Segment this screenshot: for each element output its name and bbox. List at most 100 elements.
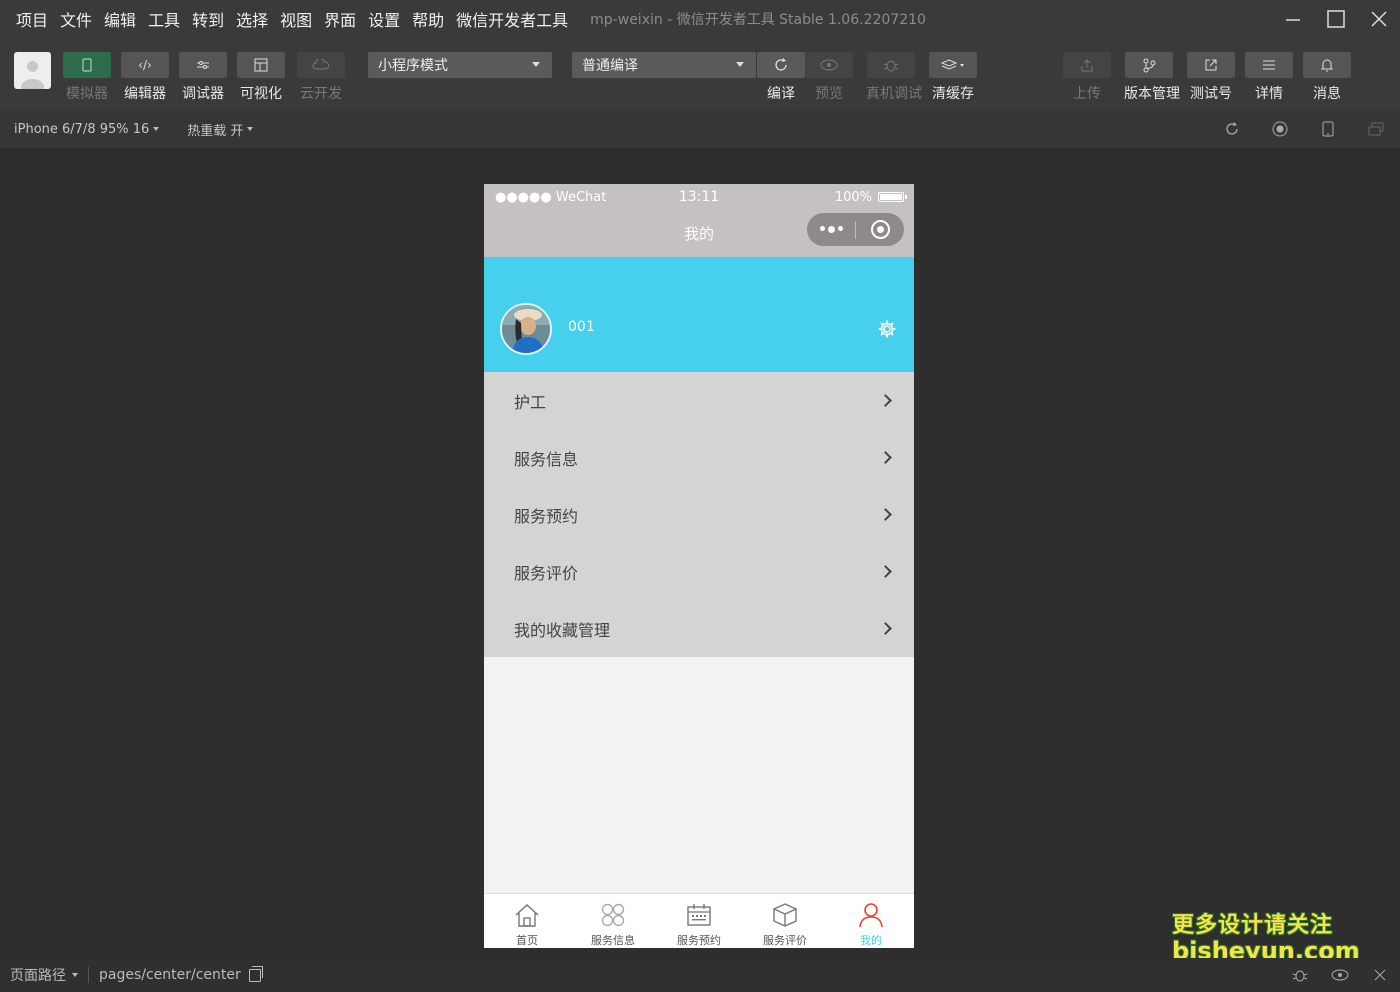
tab-label: 我的 <box>860 934 882 947</box>
remote-debug-label: 真机调试 <box>866 86 922 102</box>
menu-bar: 项目 文件 编辑 工具 转到 选择 视图 界面 设置 帮助 微信开发者工具 <box>0 7 574 31</box>
menu-file[interactable]: 文件 <box>60 7 92 31</box>
simulator-bar: iPhone 6/7/8 95% 16 热重载 开 <box>0 110 1400 148</box>
clear-cache-button[interactable]: 清缓存 <box>928 52 978 103</box>
window-controls <box>1271 0 1400 38</box>
copy-icon[interactable] <box>248 965 263 982</box>
clear-cache-label: 清缓存 <box>932 86 974 102</box>
menu-view[interactable]: 视图 <box>280 7 312 31</box>
upload-button[interactable]: 上传 <box>1062 52 1112 103</box>
page-path: pages/center/center <box>99 967 241 983</box>
hot-reload-select[interactable]: 热重载 开 <box>187 120 254 139</box>
chevron-down-icon <box>532 62 540 67</box>
list-item-favorites[interactable]: 我的收藏管理 <box>484 600 914 657</box>
menu-help[interactable]: 帮助 <box>412 7 444 31</box>
avatar[interactable] <box>500 303 552 355</box>
menu-goto[interactable]: 转到 <box>192 7 224 31</box>
chevron-down-icon <box>736 62 744 67</box>
compile-mode-select[interactable]: 普通编译 <box>572 52 756 78</box>
eye-icon[interactable] <box>1320 969 1360 981</box>
cloud-label: 云开发 <box>300 86 342 102</box>
details-button[interactable]: 详情 <box>1244 52 1294 103</box>
version-management-button[interactable]: 版本管理 <box>1124 52 1180 103</box>
more-icon[interactable] <box>1360 968 1400 982</box>
messages-button[interactable]: 消息 <box>1302 52 1352 103</box>
calendar-icon <box>687 904 711 926</box>
hot-reload-value: 热重载 开 <box>187 123 244 139</box>
maximize-icon[interactable] <box>1314 0 1357 38</box>
test-account-button[interactable]: 测试号 <box>1186 52 1236 103</box>
phone-frame-icon[interactable] <box>1304 121 1352 137</box>
refresh-icon <box>757 52 805 78</box>
watermark-line1: 更多设计请关注 <box>1172 913 1334 938</box>
layout-icon <box>237 52 285 78</box>
title-bar: 项目 文件 编辑 工具 转到 选择 视图 界面 设置 帮助 微信开发者工具 mp… <box>0 0 1400 38</box>
close-miniprogram-icon[interactable] <box>856 220 904 239</box>
upload-icon <box>1063 52 1111 78</box>
remote-debug-button[interactable]: 真机调试 <box>866 52 922 103</box>
phone-status-bar: ●●●●● WeChat 13:11 100% <box>484 184 914 210</box>
editor-button[interactable]: ‹/› 编辑器 <box>120 52 170 103</box>
list-item-service-review[interactable]: 服务评价 <box>484 543 914 600</box>
page-path-select[interactable]: 页面路径 <box>10 965 78 985</box>
menu-wechat-devtools[interactable]: 微信开发者工具 <box>456 7 568 31</box>
window-title: mp-weixin - 微信开发者工具 Stable 1.06.2207210 <box>590 12 926 28</box>
list-item-label: 护工 <box>514 392 547 412</box>
watermark: 更多设计请关注 bisheyun.com <box>1172 913 1360 964</box>
tab-service-booking[interactable]: 服务预约 <box>656 894 742 948</box>
user-avatar[interactable] <box>14 52 51 89</box>
tab-mine[interactable]: 我的 <box>828 894 914 948</box>
cloud-button[interactable]: 云开发 <box>296 52 346 103</box>
editor-label: 编辑器 <box>124 86 166 102</box>
eye-icon <box>805 52 853 78</box>
minimize-icon[interactable] <box>1271 0 1314 38</box>
mode-select[interactable]: 小程序模式 <box>368 52 552 78</box>
messages-label: 消息 <box>1313 86 1341 102</box>
phone-simulator: ●●●●● WeChat 13:11 100% 我的 001 护工 服务信息 服… <box>484 184 914 948</box>
page-title: 我的 <box>683 225 714 243</box>
username: 001 <box>568 319 595 335</box>
toolbar: 模拟器 ‹/› 编辑器 调试器 可视化 云开发 小程序模式 普通编译 编译 预览… <box>0 38 1400 110</box>
list-item-label: 服务评价 <box>514 563 579 583</box>
menu-interface[interactable]: 界面 <box>324 7 356 31</box>
menu-tools[interactable]: 工具 <box>148 7 180 31</box>
detach-window-icon[interactable] <box>1352 122 1400 136</box>
bug-icon <box>867 52 915 78</box>
list-item-service-info[interactable]: 服务信息 <box>484 429 914 486</box>
mode-select-value: 小程序模式 <box>378 58 448 74</box>
menu-edit[interactable]: 编辑 <box>104 7 136 31</box>
list-item-caregiver[interactable]: 护工 <box>484 372 914 429</box>
tab-home[interactable]: 首页 <box>484 894 570 948</box>
record-icon[interactable] <box>1256 121 1304 137</box>
tab-service-info[interactable]: 服务信息 <box>570 894 656 948</box>
tab-label: 首页 <box>516 934 538 947</box>
chevron-right-icon <box>879 622 892 635</box>
compile-button[interactable]: 编译 <box>756 52 806 103</box>
menu-project[interactable]: 项目 <box>16 7 48 31</box>
debugger-button[interactable]: 调试器 <box>178 52 228 103</box>
reload-icon[interactable] <box>1208 121 1256 137</box>
gear-icon[interactable] <box>878 320 896 342</box>
bell-icon <box>1303 52 1351 78</box>
preview-button[interactable]: 预览 <box>804 52 854 103</box>
menu-select[interactable]: 选择 <box>236 7 268 31</box>
profile-header: 001 <box>484 257 914 372</box>
menu-settings[interactable]: 设置 <box>368 7 400 31</box>
tab-service-review[interactable]: 服务评价 <box>742 894 828 948</box>
cloud-icon <box>297 52 345 78</box>
bug-icon[interactable] <box>1280 967 1320 983</box>
simulator-button[interactable]: 模拟器 <box>62 52 112 103</box>
list-item-service-booking[interactable]: 服务预约 <box>484 486 914 543</box>
user-icon <box>859 903 883 928</box>
close-icon[interactable] <box>1357 0 1400 38</box>
list-item-label: 我的收藏管理 <box>514 620 611 640</box>
more-icon[interactable] <box>807 226 855 233</box>
visual-button[interactable]: 可视化 <box>236 52 286 103</box>
simulator-label: 模拟器 <box>66 86 108 102</box>
home-icon <box>515 904 539 927</box>
menu-capsule <box>807 213 904 246</box>
chevron-right-icon <box>879 565 892 578</box>
test-account-label: 测试号 <box>1190 86 1232 102</box>
external-link-icon <box>1187 52 1235 78</box>
device-select[interactable]: iPhone 6/7/8 95% 16 <box>14 122 160 137</box>
